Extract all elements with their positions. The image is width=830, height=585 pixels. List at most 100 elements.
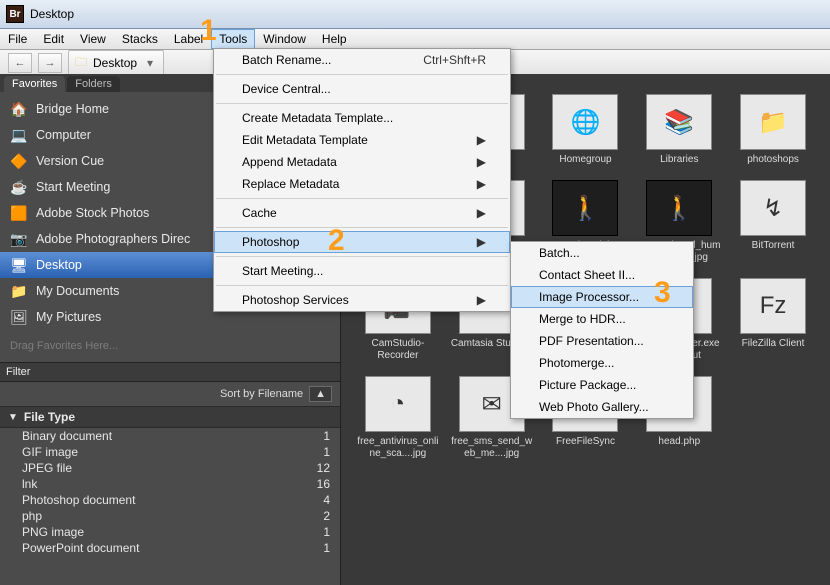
favorites-item-label: Adobe Stock Photos [36,206,149,220]
menu-item[interactable]: Create Metadata Template... [214,107,510,129]
favorites-item-icon: 📷 [10,230,28,248]
filter-row[interactable]: Photoshop document4 [0,492,340,508]
menu-item[interactable]: Photoshop Services▶ [214,289,510,311]
menu-item-label: Batch Rename... [242,53,331,67]
nav-forward-button[interactable]: → [38,53,62,73]
favorites-item-label: Bridge Home [36,102,109,116]
filter-row-count: 1 [323,429,330,443]
photoshop-submenu: Batch... Contact Sheet II... Image Process… [510,241,694,419]
thumbnail[interactable]: ◔free_antivirus_online_sca....jpg [355,376,441,460]
submenu-item[interactable]: Web Photo Gallery... [511,396,693,418]
thumbnail-label: Libraries [660,154,698,166]
menu-item[interactable]: Append Metadata▶ [214,151,510,173]
submenu-item-label: Merge to HDR... [539,312,626,326]
menu-item-shortcut: Ctrl+Shft+R [423,53,486,67]
filter-group-header[interactable]: ▼ File Type [0,407,340,428]
filter-group-label: File Type [24,410,75,424]
menu-separator [216,198,508,199]
favorites-item-label: My Pictures [36,310,101,324]
submenu-arrow-icon: ▶ [477,206,486,220]
thumbnail[interactable]: 📁photoshops [730,94,816,166]
menu-separator [216,285,508,286]
filter-row[interactable]: Binary document1 [0,428,340,444]
thumbnail[interactable]: 🌐Homegroup [542,94,628,166]
menu-help[interactable]: Help [314,29,355,49]
panel-tab-folders[interactable]: Folders [67,76,120,92]
menu-item[interactable]: Photoshop▶ [214,231,510,253]
menu-stacks[interactable]: Stacks [114,29,166,49]
menu-item-label: Device Central... [242,82,331,96]
filter-row-count: 1 [323,525,330,539]
thumbnail-label: free_sms_send_web_me....jpg [450,436,534,460]
favorites-item-label: Computer [36,128,91,142]
sort-row: Sort by Filename ▲ [0,382,340,407]
menu-item[interactable]: Edit Metadata Template▶ [214,129,510,151]
submenu-item-label: Image Processor... [539,290,639,304]
menu-window[interactable]: Window [255,29,314,49]
menu-item[interactable]: Replace Metadata ▶ [214,173,510,195]
menu-view[interactable]: View [72,29,114,49]
submenu-item-label: Photomerge... [539,356,614,370]
submenu-item[interactable]: Contact Sheet II... [511,264,693,286]
menu-item[interactable]: Cache ▶ [214,202,510,224]
chevron-down-icon: ▾ [147,56,153,70]
submenu-item[interactable]: Merge to HDR... [511,308,693,330]
favorites-item-icon: 💻 [10,126,28,144]
sort-label[interactable]: Sort by Filename [220,388,303,400]
menu-item-label: Edit Metadata Template [242,133,368,147]
thumbnail[interactable]: FzFileZilla Client [730,278,816,362]
favorites-item-label: Version Cue [36,154,104,168]
folder-icon [75,53,87,74]
thumbnail-icon: Fz [740,278,806,334]
menu-label[interactable]: Label [166,29,211,49]
thumbnail-icon: 📚 [646,94,712,150]
submenu-item[interactable]: Picture Package... [511,374,693,396]
filter-row-label: PowerPoint document [22,541,139,555]
filter-row[interactable]: PNG image 1 [0,524,340,540]
filter-header-label: Filter [6,366,30,378]
menu-edit[interactable]: Edit [35,29,72,49]
filter-row-count: 1 [323,445,330,459]
submenu-item-label: Batch... [539,246,580,260]
breadcrumb[interactable]: Desktop ▾ [68,50,164,77]
menu-item[interactable]: Start Meeting... [214,260,510,282]
menu-item-label: Replace Metadata [242,177,339,191]
filter-row[interactable]: lnk16 [0,476,340,492]
menu-item[interactable]: Device Central... [214,78,510,100]
thumbnail-icon: 🚶 [646,180,712,236]
thumbnail[interactable]: ↯BitTorrent [730,180,816,264]
submenu-item[interactable]: Batch... [511,242,693,264]
menu-item-label: Append Metadata [242,155,337,169]
breadcrumb-label: Desktop [93,56,137,70]
menu-separator [216,103,508,104]
submenu-item[interactable]: Photomerge... [511,352,693,374]
filter-row[interactable]: JPEG file12 [0,460,340,476]
disclosure-icon: ▼ [8,412,18,423]
submenu-item[interactable]: Image Processor... [511,286,693,308]
sort-direction-button[interactable]: ▲ [309,386,332,402]
filter-section-header[interactable]: Filter [0,362,340,382]
panel-tab-favorites[interactable]: Favorites [4,76,65,92]
menu-file[interactable]: File [0,29,35,49]
filter-rows: Binary document1GIF image1JPEG file12lnk… [0,428,340,556]
filter-row[interactable]: PowerPoint document1 [0,540,340,556]
thumbnail-label: photoshops [747,154,799,166]
menu-separator [216,227,508,228]
thumbnail-label: BitTorrent [752,240,795,252]
menu-tools[interactable]: Tools [211,29,255,49]
nav-back-button[interactable]: ← [8,53,32,73]
submenu-item-label: Web Photo Gallery... [539,400,649,414]
filter-row-label: PNG image [22,525,84,539]
submenu-item-label: Picture Package... [539,378,636,392]
filter-row[interactable]: php2 [0,508,340,524]
filter-row[interactable]: GIF image1 [0,444,340,460]
favorites-item-icon: 🖼 [10,308,28,326]
filter-row-label: Photoshop document [22,493,135,507]
menu-item-label: Cache [242,206,277,220]
submenu-item[interactable]: PDF Presentation... [511,330,693,352]
menu-item[interactable]: Batch Rename... Ctrl+Shft+R [214,49,510,71]
thumbnail[interactable]: 📚 Libraries [636,94,722,166]
tools-menu-dropdown: Batch Rename... Ctrl+Shft+R Device Central… [213,48,511,312]
filter-row-count: 16 [317,477,330,491]
submenu-arrow-icon: ▶ [477,177,486,191]
